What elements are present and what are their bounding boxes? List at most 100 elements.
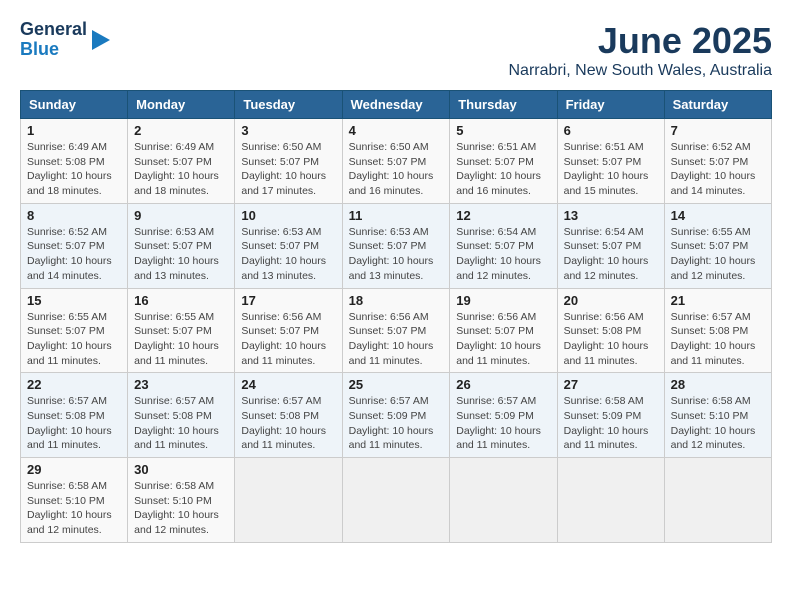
header-tuesday: Tuesday (235, 91, 342, 119)
calendar-header-row: Sunday Monday Tuesday Wednesday Thursday… (21, 91, 772, 119)
table-row: 6 Sunrise: 6:51 AMSunset: 5:07 PMDaylight… (557, 119, 664, 204)
day-number: 10 (241, 208, 335, 223)
day-number: 15 (27, 293, 121, 308)
table-row: 16 Sunrise: 6:55 AMSunset: 5:07 PMDayligh… (128, 288, 235, 373)
day-detail: Sunrise: 6:55 AMSunset: 5:07 PMDaylight:… (671, 225, 765, 284)
day-number: 5 (456, 123, 550, 138)
day-detail: Sunrise: 6:57 AMSunset: 5:08 PMDaylight:… (671, 310, 765, 369)
table-row: 30 Sunrise: 6:58 AMSunset: 5:10 PMDayligh… (128, 458, 235, 543)
table-row: 13 Sunrise: 6:54 AMSunset: 5:07 PMDayligh… (557, 203, 664, 288)
day-number: 8 (27, 208, 121, 223)
day-number: 11 (349, 208, 444, 223)
day-number: 28 (671, 377, 765, 392)
header-thursday: Thursday (450, 91, 557, 119)
table-row: 18Sunrise: 6:56 AMSunset: 5:07 PMDayligh… (342, 288, 450, 373)
day-number: 20 (564, 293, 658, 308)
day-detail: Sunrise: 6:58 AMSunset: 5:10 PMDaylight:… (27, 479, 121, 538)
day-detail: Sunrise: 6:56 AMSunset: 5:07 PMDaylight:… (456, 310, 550, 369)
day-number: 19 (456, 293, 550, 308)
day-detail: Sunrise: 6:57 AMSunset: 5:08 PMDaylight:… (241, 394, 335, 453)
table-row: 20 Sunrise: 6:56 AMSunset: 5:08 PMDayligh… (557, 288, 664, 373)
table-row: 23Sunrise: 6:57 AMSunset: 5:08 PMDayligh… (128, 373, 235, 458)
day-detail: Sunrise: 6:49 AMSunset: 5:07 PMDaylight:… (134, 140, 228, 199)
table-row (664, 458, 771, 543)
table-row: 22 Sunrise: 6:57 AMSunset: 5:08 PMDayligh… (21, 373, 128, 458)
table-row: 29Sunrise: 6:58 AMSunset: 5:10 PMDayligh… (21, 458, 128, 543)
day-detail: Sunrise: 6:53 AMSunset: 5:07 PMDaylight:… (134, 225, 228, 284)
table-row: 27Sunrise: 6:58 AMSunset: 5:09 PMDayligh… (557, 373, 664, 458)
calendar-table: Sunday Monday Tuesday Wednesday Thursday… (20, 90, 772, 543)
logo-icon (90, 26, 112, 54)
table-row: 3Sunrise: 6:50 AMSunset: 5:07 PMDaylight… (235, 119, 342, 204)
table-row: 9 Sunrise: 6:53 AMSunset: 5:07 PMDaylight… (128, 203, 235, 288)
logo-text: GeneralBlue (20, 20, 87, 60)
header-saturday: Saturday (664, 91, 771, 119)
day-detail: Sunrise: 6:58 AMSunset: 5:10 PMDaylight:… (134, 479, 228, 538)
day-number: 9 (134, 208, 228, 223)
table-row: 2Sunrise: 6:49 AMSunset: 5:07 PMDaylight… (128, 119, 235, 204)
day-number: 16 (134, 293, 228, 308)
header-sunday: Sunday (21, 91, 128, 119)
day-number: 1 (27, 123, 121, 138)
calendar-week-row: 15 Sunrise: 6:55 AMSunset: 5:07 PMDayligh… (21, 288, 772, 373)
table-row: 4Sunrise: 6:50 AMSunset: 5:07 PMDaylight… (342, 119, 450, 204)
day-number: 6 (564, 123, 658, 138)
day-number: 25 (349, 377, 444, 392)
day-detail: Sunrise: 6:52 AMSunset: 5:07 PMDaylight:… (27, 225, 121, 284)
day-number: 23 (134, 377, 228, 392)
table-row: 21 Sunrise: 6:57 AMSunset: 5:08 PMDayligh… (664, 288, 771, 373)
page-header: GeneralBlue June 2025 Narrabri, New Sout… (20, 20, 772, 80)
table-row: 25 Sunrise: 6:57 AMSunset: 5:09 PMDayligh… (342, 373, 450, 458)
day-detail: Sunrise: 6:49 AMSunset: 5:08 PMDaylight:… (27, 140, 121, 199)
day-detail: Sunrise: 6:51 AMSunset: 5:07 PMDaylight:… (564, 140, 658, 199)
day-number: 30 (134, 462, 228, 477)
day-detail: Sunrise: 6:57 AMSunset: 5:09 PMDaylight:… (349, 394, 444, 453)
day-detail: Sunrise: 6:53 AMSunset: 5:07 PMDaylight:… (349, 225, 444, 284)
calendar-week-row: 22 Sunrise: 6:57 AMSunset: 5:08 PMDayligh… (21, 373, 772, 458)
table-row (557, 458, 664, 543)
table-row: 28 Sunrise: 6:58 AMSunset: 5:10 PMDayligh… (664, 373, 771, 458)
table-row: 19 Sunrise: 6:56 AMSunset: 5:07 PMDayligh… (450, 288, 557, 373)
logo: GeneralBlue (20, 20, 112, 60)
day-number: 27 (564, 377, 658, 392)
day-detail: Sunrise: 6:52 AMSunset: 5:07 PMDaylight:… (671, 140, 765, 199)
header-friday: Friday (557, 91, 664, 119)
day-number: 12 (456, 208, 550, 223)
title-area: June 2025 Narrabri, New South Wales, Aus… (508, 20, 772, 80)
table-row: 7 Sunrise: 6:52 AMSunset: 5:07 PMDaylight… (664, 119, 771, 204)
table-row: 17 Sunrise: 6:56 AMSunset: 5:07 PMDayligh… (235, 288, 342, 373)
day-detail: Sunrise: 6:55 AMSunset: 5:07 PMDaylight:… (134, 310, 228, 369)
day-number: 17 (241, 293, 335, 308)
day-detail: Sunrise: 6:56 AMSunset: 5:07 PMDaylight:… (349, 310, 444, 369)
day-number: 22 (27, 377, 121, 392)
day-detail: Sunrise: 6:57 AMSunset: 5:08 PMDaylight:… (27, 394, 121, 453)
header-wednesday: Wednesday (342, 91, 450, 119)
table-row: 12 Sunrise: 6:54 AMSunset: 5:07 PMDayligh… (450, 203, 557, 288)
table-row: 11 Sunrise: 6:53 AMSunset: 5:07 PMDayligh… (342, 203, 450, 288)
day-number: 24 (241, 377, 335, 392)
month-title: June 2025 (508, 20, 772, 62)
day-detail: Sunrise: 6:56 AMSunset: 5:07 PMDaylight:… (241, 310, 335, 369)
table-row: 24 Sunrise: 6:57 AMSunset: 5:08 PMDayligh… (235, 373, 342, 458)
day-detail: Sunrise: 6:50 AMSunset: 5:07 PMDaylight:… (241, 140, 335, 199)
day-number: 13 (564, 208, 658, 223)
calendar-week-row: 29Sunrise: 6:58 AMSunset: 5:10 PMDayligh… (21, 458, 772, 543)
header-monday: Monday (128, 91, 235, 119)
day-detail: Sunrise: 6:54 AMSunset: 5:07 PMDaylight:… (456, 225, 550, 284)
table-row: 10 Sunrise: 6:53 AMSunset: 5:07 PMDayligh… (235, 203, 342, 288)
day-detail: Sunrise: 6:57 AMSunset: 5:09 PMDaylight:… (456, 394, 550, 453)
day-detail: Sunrise: 6:54 AMSunset: 5:07 PMDaylight:… (564, 225, 658, 284)
day-detail: Sunrise: 6:53 AMSunset: 5:07 PMDaylight:… (241, 225, 335, 284)
day-number: 7 (671, 123, 765, 138)
day-number: 26 (456, 377, 550, 392)
table-row (342, 458, 450, 543)
table-row: 5Sunrise: 6:51 AMSunset: 5:07 PMDaylight… (450, 119, 557, 204)
table-row: 15Sunrise: 6:55 AMSunset: 5:07 PMDayligh… (21, 288, 128, 373)
table-row: 14Sunrise: 6:55 AMSunset: 5:07 PMDayligh… (664, 203, 771, 288)
day-number: 21 (671, 293, 765, 308)
table-row: 26 Sunrise: 6:57 AMSunset: 5:09 PMDayligh… (450, 373, 557, 458)
day-detail: Sunrise: 6:58 AMSunset: 5:10 PMDaylight:… (671, 394, 765, 453)
day-detail: Sunrise: 6:56 AMSunset: 5:08 PMDaylight:… (564, 310, 658, 369)
day-number: 4 (349, 123, 444, 138)
location: Narrabri, New South Wales, Australia (508, 62, 772, 80)
